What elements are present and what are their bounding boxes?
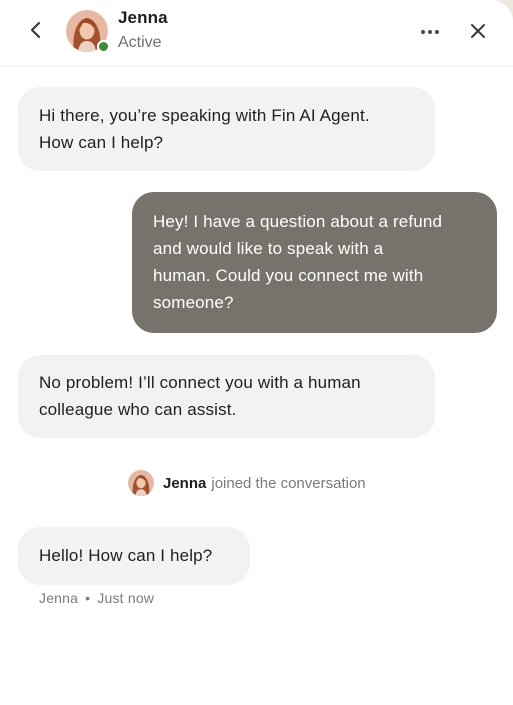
agent-name: Jenna [118, 8, 168, 27]
chat-window: Jenna Active Hi there, you’re speaking w… [0, 0, 513, 705]
agent-avatar [66, 10, 110, 53]
close-icon [471, 24, 485, 38]
avatar [128, 470, 154, 496]
message-line: No problem! I’ll connect you with a huma… [39, 373, 361, 392]
close-button[interactable] [464, 17, 492, 45]
message-meta: Jenna • Just now [39, 590, 154, 606]
agent-joined-notice: Jenna joined the conversation [128, 469, 366, 497]
message-line: Hey! I have a question about a refund [153, 212, 443, 231]
chat-header: Jenna Active [0, 0, 513, 67]
message-line: and would like to speak with a [153, 239, 384, 258]
message-line: Hello! How can I help? [39, 546, 213, 565]
message-line: human. Could you connect me with [153, 266, 424, 285]
meta-separator: • [85, 590, 91, 606]
user-message-bubble: Hey! I have a question about a refund an… [132, 192, 497, 333]
bot-message-bubble: Hi there, you’re speaking with Fin AI Ag… [18, 87, 435, 171]
online-status-dot [97, 40, 110, 53]
joined-text: joined the conversation [211, 474, 366, 492]
message-timestamp: Just now [97, 590, 155, 606]
more-options-button[interactable] [416, 18, 444, 46]
back-button[interactable] [22, 16, 50, 44]
message-author: Jenna [39, 590, 79, 606]
bot-message-bubble: No problem! I’ll connect you with a huma… [18, 355, 435, 438]
ellipsis-icon [421, 30, 439, 34]
agent-message-bubble: Hello! How can I help? [18, 527, 250, 585]
chevron-left-icon [30, 21, 41, 39]
message-line: someone? [153, 293, 234, 312]
message-line: Hi there, you’re speaking with Fin AI Ag… [39, 106, 370, 125]
joined-agent-name: Jenna [163, 474, 207, 492]
message-line: colleague who can assist. [39, 400, 237, 419]
agent-status: Active [118, 34, 162, 51]
message-line: How can I help? [39, 133, 164, 152]
